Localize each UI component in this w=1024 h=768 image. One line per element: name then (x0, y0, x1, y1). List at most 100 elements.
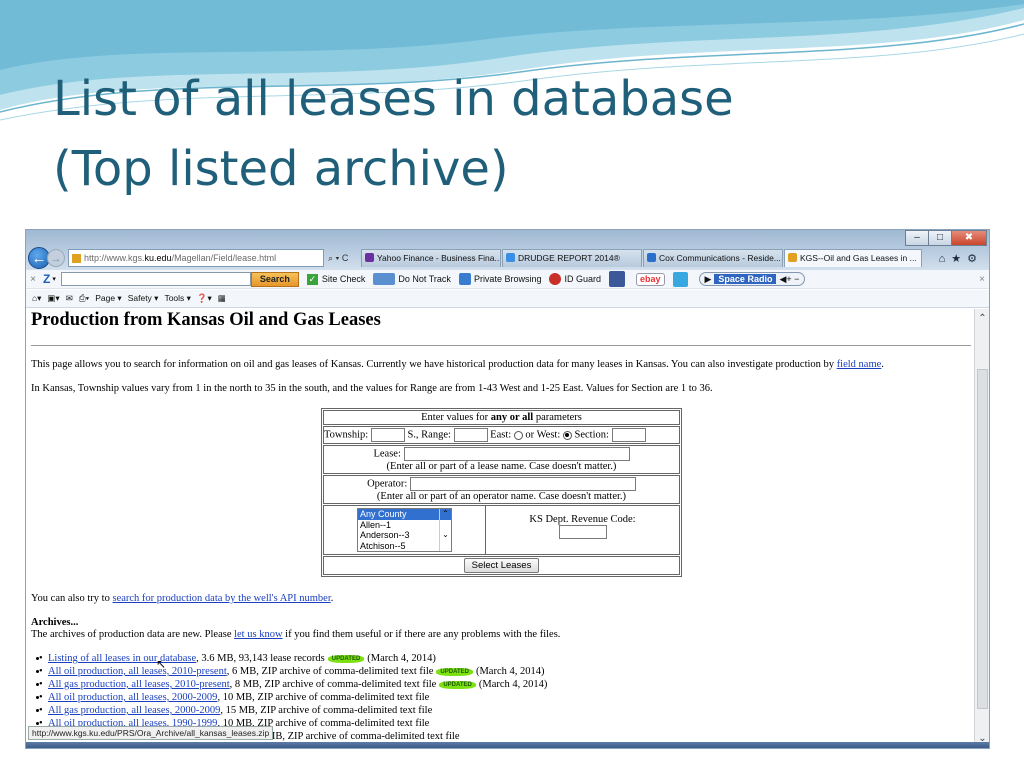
address-path: /Magellan/Field/lease.html (171, 253, 277, 263)
mail-icon[interactable]: ✉ (66, 293, 73, 304)
toolbar-search-input[interactable] (60, 272, 251, 286)
page-menu[interactable]: Page ▾ (95, 293, 121, 304)
archives-pre: The archives of production data are new.… (31, 629, 235, 640)
select-leases-button[interactable]: Select Leases (463, 558, 540, 573)
api-search-paragraph: You can also try to search for productio… (31, 593, 333, 604)
id-guard-button[interactable]: ID Guard (549, 273, 601, 285)
heading-divider (31, 345, 971, 346)
help-icon[interactable]: ❓▾ (197, 293, 212, 304)
safety-menu[interactable]: Safety ▾ (128, 293, 159, 304)
east-radio[interactable] (513, 430, 523, 440)
s-range-label: S., Range: (407, 429, 451, 441)
county-option[interactable]: Any County (358, 509, 451, 520)
archives-heading: Archives... (31, 617, 79, 628)
toolbar-logo[interactable]: Z (43, 272, 50, 286)
county-cell: Any County Allen--1 Anderson--3 Atchison… (324, 506, 486, 554)
site-check-button[interactable]: ✓ Site Check (306, 273, 365, 285)
check-icon: ✓ (306, 273, 318, 285)
scroll-thumb[interactable] (977, 369, 988, 709)
radio-station-select[interactable]: Space Radio (714, 274, 777, 284)
field-name-link[interactable]: field name (837, 359, 882, 370)
shield-icon (549, 273, 562, 285)
section-input[interactable] (611, 428, 646, 442)
archive-desc: , 15 MB, ZIP archive of comma-delimited … (220, 705, 433, 716)
form-header: Enter values for any or all parameters (323, 410, 680, 425)
address-host: ku.edu (144, 253, 172, 263)
home-icon[interactable]: ⌂▾ (32, 293, 41, 304)
page-heading: Production from Kansas Oil and Gas Lease… (31, 310, 381, 330)
county-option[interactable]: Allen--1 (358, 520, 451, 531)
feeds-icon[interactable]: ▣▾ (47, 293, 59, 304)
space-radio-player[interactable]: ▶ Space Radio ◀+ − (698, 272, 806, 286)
private-browsing-button[interactable]: Private Browsing (458, 273, 542, 285)
archive-date: (March 4, 2014) (478, 679, 548, 690)
west-label: or West: (525, 429, 561, 441)
facebook-icon (608, 271, 625, 287)
address-prefix: http://www.kgs. (84, 253, 145, 263)
private-browsing-label: Private Browsing (473, 274, 542, 284)
maximize-button[interactable]: □ (928, 230, 952, 246)
api-search-link[interactable]: search for production data by the well's… (112, 593, 330, 604)
tab-favicon-icon (647, 253, 656, 262)
browser-titlebar: – □ ✖ ← → http://www.kgs. ku.edu/Magellan… (26, 230, 989, 272)
ks-code-input[interactable] (558, 525, 607, 539)
tab-label: KGS--Oil and Gas Leases in ... (800, 253, 917, 263)
tab-kgs-leases[interactable]: KGS--Oil and Gas Leases in ... × (784, 249, 922, 267)
ebay-button[interactable]: ebay (635, 272, 665, 286)
operator-label: Operator: (367, 478, 408, 490)
scroll-up-icon[interactable]: ⌃ (975, 313, 989, 324)
all-leases-listing-link[interactable]: Listing of all leases in our database (48, 653, 196, 664)
archive-link[interactable]: All oil production, all leases, 2010-pre… (48, 666, 227, 677)
list-item: All oil production, all leases, 2010-pre… (39, 666, 544, 677)
home-favorites-tools-icons[interactable]: ⌂★⚙ (939, 252, 983, 265)
range-input[interactable] (453, 428, 488, 442)
toolbar-dismiss-icon[interactable]: × (979, 274, 985, 285)
tab-favicon-icon (788, 253, 797, 262)
minimize-button[interactable]: – (905, 230, 929, 246)
tab-drudge-report[interactable]: DRUDGE REPORT 2014® (502, 249, 642, 267)
logo-dropdown-icon[interactable]: ▾ (52, 275, 56, 283)
address-bar[interactable]: http://www.kgs. ku.edu/Magellan/Field/lea… (68, 249, 324, 267)
twitter-button[interactable] (672, 271, 691, 287)
lease-search-form: Enter values for any or all parameters T… (321, 408, 682, 577)
slide-title-line-2: (Top listed archive) (53, 141, 509, 197)
forward-button[interactable]: → (47, 249, 65, 267)
facebook-button[interactable] (608, 271, 628, 287)
close-window-button[interactable]: ✖ (951, 230, 987, 246)
tab-yahoo-finance[interactable]: Yahoo Finance - Business Fina... (361, 249, 501, 267)
county-option[interactable]: Anderson--3 (358, 530, 451, 541)
play-icon[interactable]: ▶ (705, 274, 712, 285)
archive-link[interactable]: All gas production, all leases, 2010-pre… (48, 679, 230, 690)
lock-icon (458, 273, 471, 285)
id-guard-label: ID Guard (564, 274, 601, 284)
township-input[interactable] (370, 428, 405, 442)
county-listbox[interactable]: Any County Allen--1 Anderson--3 Atchison… (357, 508, 452, 552)
volume-controls[interactable]: ◀+ − (779, 274, 799, 285)
toolbar-close-icon[interactable]: × (26, 274, 40, 285)
west-radio[interactable] (562, 430, 572, 440)
api-post: . (330, 593, 334, 604)
listbox-scrollbar[interactable]: ⌃ ⌄ (439, 509, 451, 551)
archive-link[interactable]: All gas production, all leases, 2000-200… (48, 705, 220, 716)
ks-code-cell: KS Dept. Revenue Code: (486, 506, 679, 554)
operator-row: Operator: (Enter all or part of an opera… (323, 475, 680, 504)
toolbar-search-button[interactable]: Search (250, 271, 299, 287)
address-search-refresh-icons[interactable]: ⌕ ▾ C (328, 253, 360, 264)
operator-input[interactable] (409, 477, 636, 491)
intro-paragraph: This page allows you to search for infor… (31, 359, 884, 370)
let-us-know-link[interactable]: let us know (234, 629, 282, 640)
page-scrollbar[interactable]: ⌃ ⌄ (974, 309, 989, 748)
tab-cox-communications[interactable]: Cox Communications - Reside... (643, 249, 783, 267)
tools-menu[interactable]: Tools ▾ (164, 293, 190, 304)
archive-link[interactable]: All oil production, all leases, 2000-200… (48, 692, 217, 703)
operator-hint: (Enter all or part of an operator name. … (376, 491, 627, 502)
research-icon[interactable]: ▦ (218, 293, 226, 304)
do-not-track-button[interactable]: Do Not Track (373, 273, 451, 285)
archive-date: (March 4, 2014) (367, 653, 436, 664)
county-option[interactable]: Atchison--5 (358, 541, 451, 552)
print-icon[interactable]: ⎙▾ (79, 293, 89, 304)
archive-desc: , 10 MB, ZIP archive of comma-delimited … (217, 692, 430, 703)
lease-input[interactable] (403, 447, 630, 461)
intro-text: This page allows you to search for infor… (31, 359, 837, 370)
archives-paragraph: The archives of production data are new.… (31, 629, 560, 640)
